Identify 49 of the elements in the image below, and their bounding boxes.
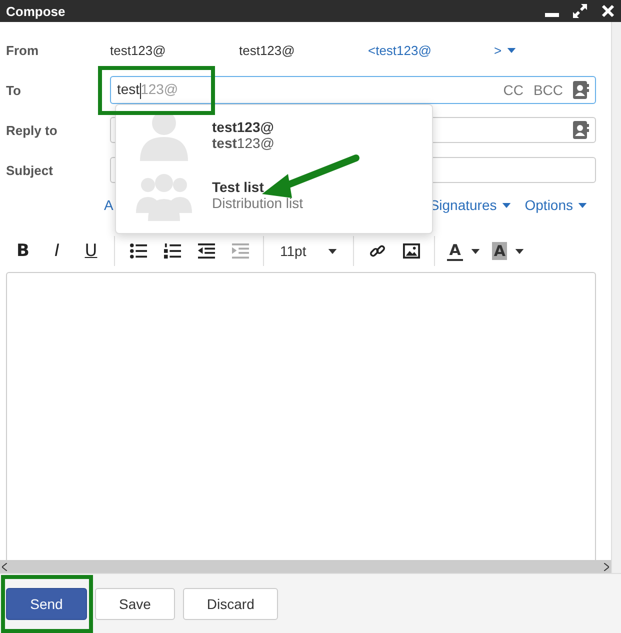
caret-icon (515, 248, 524, 254)
window-title: Compose (6, 4, 66, 18)
address-book-icon[interactable] (573, 121, 589, 139)
suggestion-item[interactable]: Test list Distribution list (116, 165, 432, 225)
to-label: To (5, 82, 22, 98)
caret-icon (470, 248, 480, 254)
caret-icon (506, 48, 516, 52)
font-size-select[interactable]: 11pt (270, 237, 348, 265)
italic-button[interactable]: I (40, 237, 74, 265)
to-field[interactable]: test123@ CC BCC (110, 76, 596, 104)
highlight-color-button[interactable]: A (492, 242, 508, 260)
sender-email-end: > (494, 42, 502, 58)
vertical-scrollbar[interactable] (611, 22, 621, 573)
bullet-list-icon[interactable] (130, 243, 146, 259)
scroll-left-icon[interactable] (2, 562, 7, 570)
suggestion-subtitle: Distribution list (212, 195, 304, 211)
suggestion-subtitle: test123@ (212, 135, 274, 151)
recipient-link[interactable]: BCC (533, 82, 563, 98)
send-button[interactable]: Send (6, 588, 87, 620)
sender-name: test123@ (110, 42, 167, 58)
sender-address: test123@ (239, 42, 296, 58)
link-icon[interactable] (368, 243, 386, 259)
from-label: From (5, 42, 40, 58)
bold-button[interactable]: B (6, 237, 40, 265)
sender-email: <test123@ (368, 42, 432, 58)
compose-link[interactable]: Signatures (430, 197, 511, 213)
address-book-icon[interactable] (573, 81, 589, 99)
reply-to-label: Reply to (5, 122, 58, 138)
footer-button[interactable]: Discard (182, 588, 278, 620)
maximize-icon[interactable] (573, 4, 587, 18)
caret-icon (578, 202, 587, 208)
compose-link[interactable]: Options (524, 197, 587, 213)
close-icon[interactable] (601, 4, 615, 18)
text-color-button[interactable]: A (447, 241, 463, 261)
outdent-icon[interactable] (198, 243, 214, 259)
suggestion-title: Test list (212, 179, 265, 195)
horizontal-scrollbar[interactable] (0, 560, 611, 573)
scroll-right-icon[interactable] (604, 562, 609, 570)
suggestion-title: test123@ (212, 119, 274, 135)
underline-button[interactable]: U (74, 237, 108, 265)
caret-icon (502, 202, 511, 208)
recipient-link[interactable]: CC (503, 82, 524, 98)
footer-button[interactable]: Save (95, 588, 175, 620)
compose-link[interactable]: A (104, 197, 114, 213)
image-icon[interactable] (402, 243, 420, 259)
numbered-list-icon[interactable] (164, 243, 180, 259)
subject-label: Subject (5, 162, 54, 178)
caret-icon (328, 248, 338, 254)
suggestion-item[interactable]: test123@ test123@ (116, 105, 432, 165)
